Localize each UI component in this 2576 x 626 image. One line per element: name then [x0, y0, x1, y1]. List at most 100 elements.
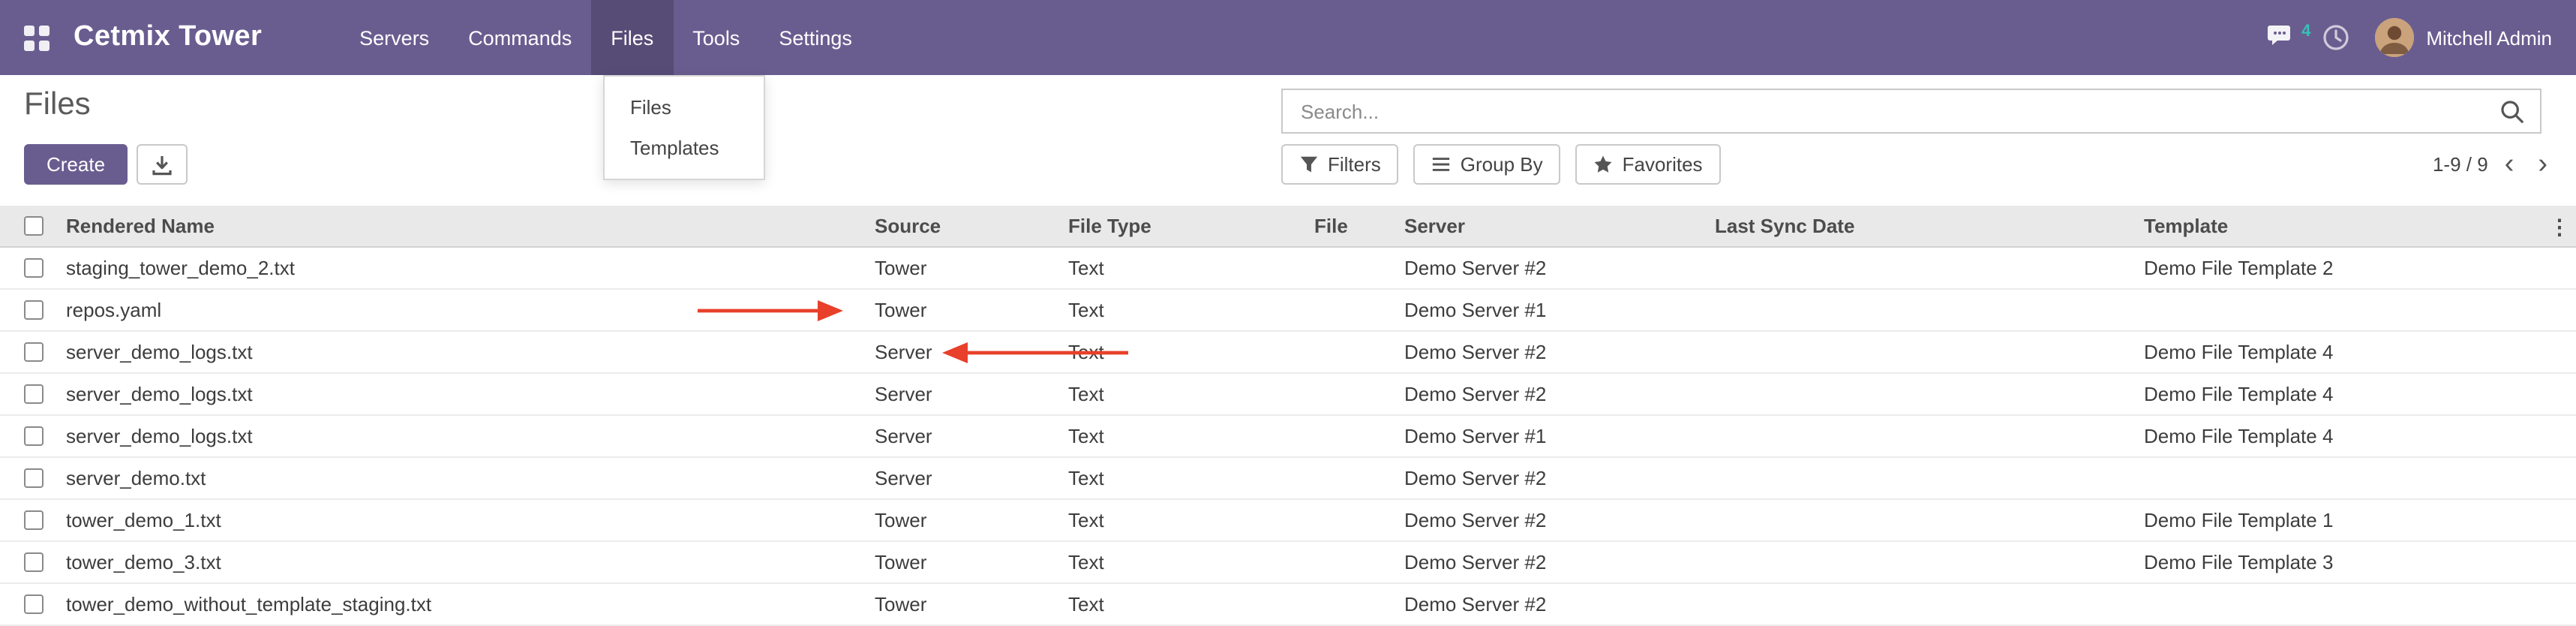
table-row[interactable]: tower_demo_1.txt Tower Text Demo Server … — [0, 500, 2576, 542]
menu-item-settings[interactable]: Settings — [759, 0, 872, 75]
row-checkbox-cell — [0, 300, 66, 320]
filter-funnel-icon — [1299, 155, 1319, 174]
cell-file-type: Text — [1068, 551, 1314, 573]
pager: 1-9 / 9 ‹ › — [2433, 144, 2555, 185]
row-checkbox-cell — [0, 552, 66, 572]
table-row[interactable]: tower_demo_without_template_staging.txt … — [0, 584, 2576, 626]
cell-rendered-name: server_demo.txt — [66, 467, 875, 489]
row-checkbox-cell — [0, 384, 66, 404]
cell-template: Demo File Template 3 — [2144, 551, 2543, 573]
menu-item-servers[interactable]: Servers — [340, 0, 449, 75]
avatar — [2375, 18, 2414, 57]
cell-server: Demo Server #2 — [1404, 551, 1715, 573]
favorites-star-icon — [1594, 155, 1614, 174]
filters-button[interactable]: Filters — [1281, 144, 1399, 185]
apps-grid-icon[interactable] — [24, 25, 50, 50]
messages-button[interactable]: 4 — [2267, 24, 2297, 51]
cell-rendered-name: repos.yaml — [66, 299, 875, 321]
row-checkbox-cell — [0, 258, 66, 278]
cell-server: Demo Server #1 — [1404, 299, 1715, 321]
column-header-template[interactable]: Template — [2144, 215, 2543, 237]
cell-file-type: Text — [1068, 425, 1314, 447]
row-checkbox[interactable] — [24, 342, 44, 362]
cell-rendered-name: staging_tower_demo_2.txt — [66, 257, 875, 279]
row-checkbox[interactable] — [24, 300, 44, 320]
cell-file-type: Text — [1068, 593, 1314, 615]
user-name: Mitchell Admin — [2426, 26, 2552, 49]
group-by-button[interactable]: Group By — [1414, 144, 1561, 185]
chat-bubbles-icon — [2267, 24, 2297, 51]
cell-rendered-name: server_demo_logs.txt — [66, 383, 875, 405]
filters-label: Filters — [1328, 153, 1381, 176]
favorites-button[interactable]: Favorites — [1576, 144, 1721, 185]
menu-item-commands[interactable]: Commands — [449, 0, 591, 75]
row-checkbox-cell — [0, 426, 66, 446]
pager-range: 1-9 / 9 — [2433, 153, 2488, 176]
dropdown-item-files[interactable]: Files — [605, 87, 764, 128]
cell-template: Demo File Template 4 — [2144, 341, 2543, 363]
files-dropdown-menu: Files Templates — [603, 75, 765, 180]
cell-source: Tower — [875, 299, 1068, 321]
row-checkbox-cell — [0, 342, 66, 362]
cell-rendered-name: server_demo_logs.txt — [66, 341, 875, 363]
row-checkbox[interactable] — [24, 258, 44, 278]
search-bar — [1281, 89, 2541, 134]
cell-template: Demo File Template 4 — [2144, 383, 2543, 405]
control-panel: Files Create Filter — [0, 75, 2576, 206]
cell-file-type: Text — [1068, 341, 1314, 363]
cell-template: Demo File Template 2 — [2144, 257, 2543, 279]
table-row[interactable]: server_demo_logs.txt Server Text Demo Se… — [0, 416, 2576, 458]
app-window: Cetmix Tower Servers Commands Files Tool… — [0, 0, 2576, 626]
search-icon[interactable] — [2499, 98, 2525, 124]
main-menu: Servers Commands Files Tools Settings — [340, 0, 872, 75]
pager-previous-button[interactable]: ‹ — [2497, 150, 2522, 179]
menu-item-tools[interactable]: Tools — [673, 0, 759, 75]
row-checkbox[interactable] — [24, 468, 44, 488]
row-checkbox[interactable] — [24, 510, 44, 530]
row-checkbox[interactable] — [24, 594, 44, 614]
table-row[interactable]: staging_tower_demo_2.txt Tower Text Demo… — [0, 248, 2576, 290]
menu-item-files[interactable]: Files — [591, 0, 673, 75]
export-download-button[interactable] — [137, 144, 188, 185]
app-brand[interactable]: Cetmix Tower — [74, 21, 262, 54]
cell-server: Demo Server #2 — [1404, 467, 1715, 489]
top-navbar: Cetmix Tower Servers Commands Files Tool… — [0, 0, 2576, 75]
user-menu[interactable]: Mitchell Admin — [2375, 18, 2552, 57]
cell-server: Demo Server #2 — [1404, 341, 1715, 363]
cell-source: Tower — [875, 593, 1068, 615]
search-input[interactable] — [1298, 98, 2499, 124]
cell-rendered-name: server_demo_logs.txt — [66, 425, 875, 447]
table-row[interactable]: server_demo_logs.txt Server Text Demo Se… — [0, 332, 2576, 374]
column-header-rendered-name[interactable]: Rendered Name — [66, 215, 875, 237]
cell-rendered-name: tower_demo_3.txt — [66, 551, 875, 573]
column-header-source[interactable]: Source — [875, 215, 1068, 237]
table-row[interactable]: server_demo_logs.txt Server Text Demo Se… — [0, 374, 2576, 416]
column-header-file[interactable]: File — [1314, 215, 1404, 237]
activities-button[interactable] — [2322, 24, 2349, 51]
group-by-label: Group By — [1461, 153, 1543, 176]
cell-source: Tower — [875, 257, 1068, 279]
table-row[interactable]: repos.yaml Tower Text Demo Server #1 — [0, 290, 2576, 332]
row-checkbox[interactable] — [24, 384, 44, 404]
messages-count-badge: 4 — [2301, 23, 2310, 41]
column-header-server[interactable]: Server — [1404, 215, 1715, 237]
select-all-checkbox[interactable] — [24, 216, 44, 236]
cell-source: Server — [875, 467, 1068, 489]
optional-columns-toggle[interactable]: ⋮ — [2543, 215, 2576, 236]
row-checkbox-cell — [0, 594, 66, 614]
cell-file-type: Text — [1068, 383, 1314, 405]
download-icon — [152, 154, 173, 175]
create-button[interactable]: Create — [24, 144, 128, 185]
select-all-cell — [0, 216, 66, 236]
cell-server: Demo Server #1 — [1404, 425, 1715, 447]
table-body: staging_tower_demo_2.txt Tower Text Demo… — [0, 248, 2576, 626]
cell-source: Server — [875, 425, 1068, 447]
row-checkbox[interactable] — [24, 552, 44, 572]
table-row[interactable]: server_demo.txt Server Text Demo Server … — [0, 458, 2576, 500]
pager-next-button[interactable]: › — [2530, 150, 2555, 179]
column-header-last-sync-date[interactable]: Last Sync Date — [1715, 215, 2144, 237]
column-header-file-type[interactable]: File Type — [1068, 215, 1314, 237]
row-checkbox[interactable] — [24, 426, 44, 446]
table-row[interactable]: tower_demo_3.txt Tower Text Demo Server … — [0, 542, 2576, 584]
dropdown-item-templates[interactable]: Templates — [605, 128, 764, 168]
